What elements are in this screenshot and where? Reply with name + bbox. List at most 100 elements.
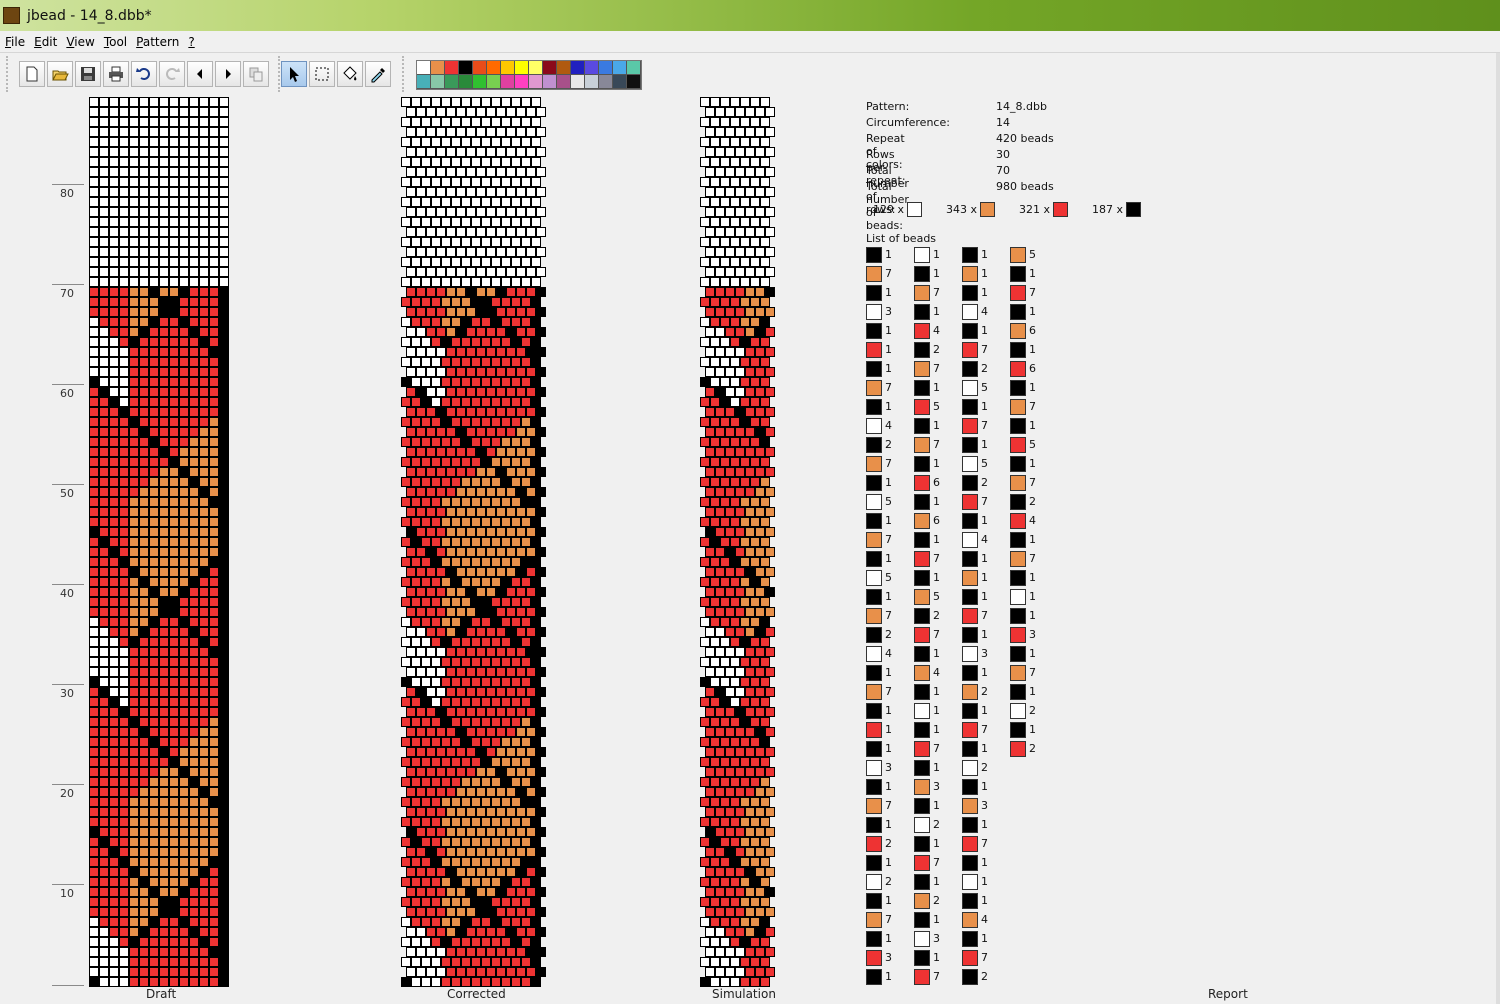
bead[interactable] — [119, 207, 129, 217]
bead[interactable] — [159, 747, 169, 757]
bead[interactable] — [531, 697, 541, 707]
bead[interactable] — [406, 467, 416, 477]
bead[interactable] — [119, 567, 129, 577]
bead[interactable] — [725, 427, 735, 437]
bead[interactable] — [129, 457, 139, 467]
bead[interactable] — [730, 357, 740, 367]
bead[interactable] — [501, 257, 511, 267]
bead[interactable] — [451, 957, 461, 967]
bead[interactable] — [149, 797, 159, 807]
bead[interactable] — [715, 167, 725, 177]
bead[interactable] — [526, 227, 536, 237]
bead[interactable] — [461, 317, 471, 327]
bead[interactable] — [139, 917, 149, 927]
bead[interactable] — [471, 717, 481, 727]
bead[interactable] — [466, 827, 476, 837]
bead[interactable] — [431, 277, 441, 287]
bead[interactable] — [406, 707, 416, 717]
bead[interactable] — [89, 287, 99, 297]
bead[interactable] — [129, 337, 139, 347]
bead[interactable] — [129, 847, 139, 857]
bead[interactable] — [700, 417, 710, 427]
bead[interactable] — [219, 267, 229, 277]
bead[interactable] — [199, 687, 209, 697]
bead[interactable] — [705, 507, 715, 517]
bead[interactable] — [740, 817, 750, 827]
bead[interactable] — [401, 977, 411, 987]
bead[interactable] — [189, 557, 199, 567]
bead[interactable] — [431, 397, 441, 407]
bead[interactable] — [700, 877, 710, 887]
bead[interactable] — [159, 617, 169, 627]
bead[interactable] — [401, 677, 411, 687]
bead[interactable] — [209, 247, 219, 257]
bead[interactable] — [139, 687, 149, 697]
bead[interactable] — [750, 637, 760, 647]
bead[interactable] — [99, 977, 109, 987]
bead[interactable] — [536, 767, 546, 777]
bead[interactable] — [710, 577, 720, 587]
bead[interactable] — [139, 257, 149, 267]
bead[interactable] — [700, 157, 710, 167]
bead[interactable] — [209, 377, 219, 387]
bead[interactable] — [209, 827, 219, 837]
bead[interactable] — [750, 257, 760, 267]
bead[interactable] — [89, 297, 99, 307]
bead[interactable] — [149, 807, 159, 817]
bead[interactable] — [436, 347, 446, 357]
bead[interactable] — [755, 507, 765, 517]
bead[interactable] — [476, 927, 486, 937]
bead[interactable] — [129, 607, 139, 617]
bead[interactable] — [199, 357, 209, 367]
bead[interactable] — [496, 467, 506, 477]
bead[interactable] — [745, 967, 755, 977]
bead[interactable] — [750, 737, 760, 747]
bead[interactable] — [755, 847, 765, 857]
bead[interactable] — [446, 807, 456, 817]
bead[interactable] — [199, 297, 209, 307]
bead[interactable] — [159, 97, 169, 107]
bead[interactable] — [169, 497, 179, 507]
bead[interactable] — [745, 287, 755, 297]
bead[interactable] — [219, 647, 229, 657]
bead[interactable] — [219, 787, 229, 797]
bead[interactable] — [745, 827, 755, 837]
bead[interactable] — [411, 797, 421, 807]
bead[interactable] — [159, 967, 169, 977]
bead[interactable] — [411, 597, 421, 607]
bead[interactable] — [755, 227, 765, 237]
bead[interactable] — [219, 307, 229, 317]
bead[interactable] — [149, 327, 159, 337]
bead[interactable] — [159, 647, 169, 657]
bead[interactable] — [421, 897, 431, 907]
bead[interactable] — [461, 237, 471, 247]
bead[interactable] — [725, 467, 735, 477]
bead[interactable] — [139, 957, 149, 967]
bead[interactable] — [401, 937, 411, 947]
bead[interactable] — [531, 557, 541, 567]
bead[interactable] — [526, 447, 536, 457]
bead[interactable] — [491, 257, 501, 267]
bead[interactable] — [199, 117, 209, 127]
bead[interactable] — [199, 407, 209, 417]
bead[interactable] — [715, 147, 725, 157]
bead[interactable] — [730, 197, 740, 207]
bead[interactable] — [526, 347, 536, 357]
bead[interactable] — [139, 667, 149, 677]
bead[interactable] — [139, 547, 149, 557]
bead[interactable] — [149, 527, 159, 537]
bead[interactable] — [149, 317, 159, 327]
bead[interactable] — [139, 967, 149, 977]
bead[interactable] — [740, 557, 750, 567]
bead[interactable] — [506, 427, 516, 437]
bead[interactable] — [139, 857, 149, 867]
bead[interactable] — [149, 757, 159, 767]
bead[interactable] — [109, 317, 119, 327]
bead[interactable] — [720, 777, 730, 787]
bead[interactable] — [219, 587, 229, 597]
bead[interactable] — [129, 367, 139, 377]
bead[interactable] — [169, 507, 179, 517]
bead[interactable] — [219, 857, 229, 867]
bead[interactable] — [119, 957, 129, 967]
bead[interactable] — [89, 797, 99, 807]
